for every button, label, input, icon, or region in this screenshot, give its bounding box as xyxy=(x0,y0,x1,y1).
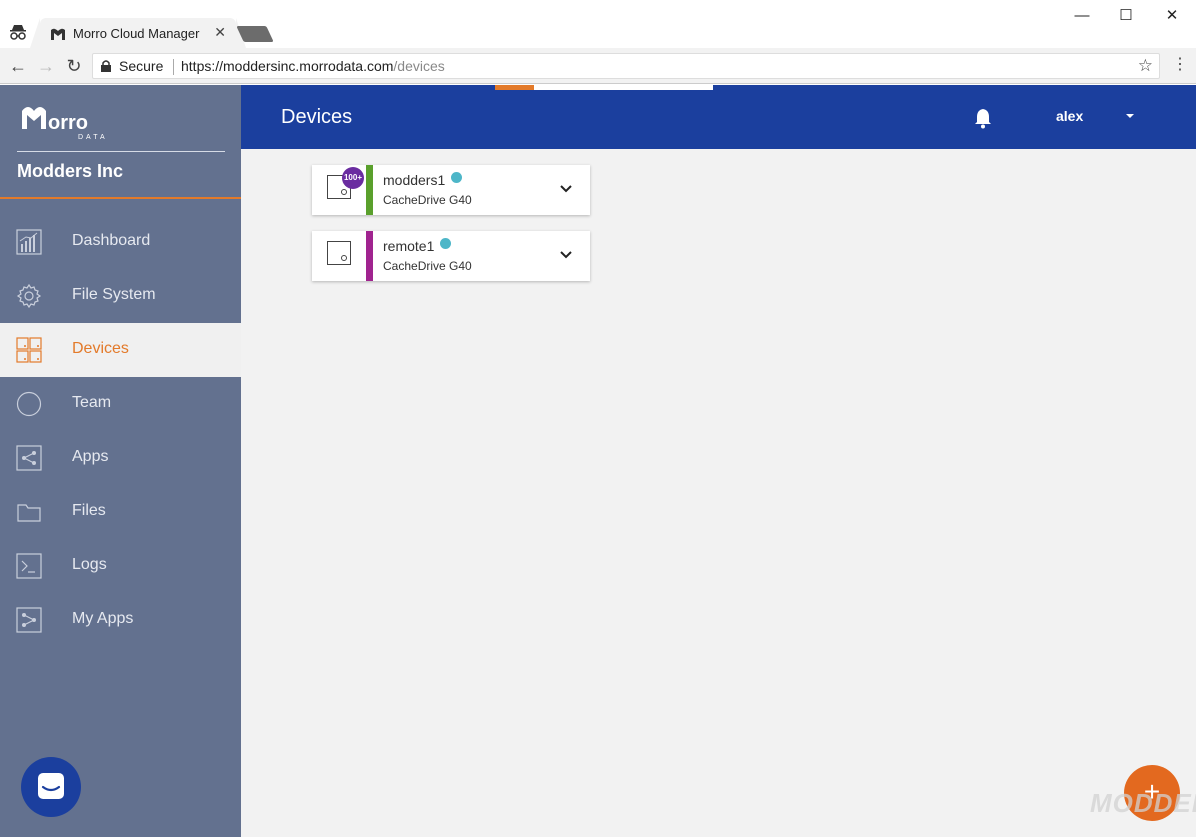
sidebar-item-label: Logs xyxy=(72,556,107,573)
logo-divider xyxy=(17,151,225,152)
sidebar: orro DATA Modders Inc Dashboard File Sys… xyxy=(0,85,241,837)
chat-button[interactable] xyxy=(21,757,81,817)
device-color-bar xyxy=(366,231,373,281)
page-title: Devices xyxy=(281,106,353,128)
minimize-button[interactable]: — xyxy=(1059,4,1105,28)
close-window-button[interactable]: ✕ xyxy=(1149,4,1195,28)
device-card-remote1[interactable]: remote1 CacheDrive G40 xyxy=(312,231,590,281)
device-color-bar xyxy=(366,165,373,215)
sidebar-item-devices[interactable]: Devices xyxy=(0,323,241,377)
chevron-down-icon[interactable] xyxy=(559,182,573,196)
terminal-icon xyxy=(16,553,42,579)
morro-logo: orro DATA xyxy=(22,107,108,141)
back-button[interactable]: ← xyxy=(8,56,28,76)
sidebar-item-files[interactable]: Files xyxy=(0,485,241,539)
svg-text:orro: orro xyxy=(48,112,88,134)
browser-titlebar: Morro Cloud Manager ✕ — ☐ ✕ xyxy=(0,0,1196,48)
maximize-button[interactable]: ☐ xyxy=(1103,4,1149,28)
sidebar-item-label: My Apps xyxy=(72,610,134,627)
org-name: Modders Inc xyxy=(17,161,124,181)
device-name: remote1 xyxy=(383,238,435,254)
sidebar-item-logs[interactable]: Logs xyxy=(0,539,241,593)
grid-icon xyxy=(16,337,42,363)
sidebar-item-label: Files xyxy=(72,502,106,519)
device-icon xyxy=(327,241,351,265)
share-icon xyxy=(16,445,42,471)
forward-button[interactable]: → xyxy=(36,56,56,76)
reload-button[interactable]: ↻ xyxy=(64,56,84,76)
sidebar-item-label: Team xyxy=(72,394,112,411)
app-header: Devices alex xyxy=(241,85,1196,149)
chevron-down-icon[interactable] xyxy=(559,248,573,262)
sidebar-item-my-apps[interactable]: My Apps xyxy=(0,593,241,647)
new-tab-button[interactable] xyxy=(236,26,274,42)
chevron-down-icon[interactable] xyxy=(1126,114,1134,118)
device-model: CacheDrive G40 xyxy=(383,259,472,273)
status-dot xyxy=(440,238,451,249)
url-host: https://moddersinc.morrodata.com xyxy=(181,58,394,74)
url-path: /devices xyxy=(393,58,445,74)
sidebar-item-team[interactable]: Team xyxy=(0,377,241,431)
morro-favicon-icon xyxy=(51,28,65,40)
bell-icon[interactable] xyxy=(973,107,993,129)
secure-label: Secure xyxy=(119,58,164,74)
browser-tab[interactable]: Morro Cloud Manager ✕ xyxy=(30,18,246,48)
status-dot xyxy=(451,172,462,183)
folder-icon xyxy=(17,504,41,522)
tab-title: Morro Cloud Manager xyxy=(73,26,200,41)
watermark-logo: MODDERS xyxy=(1090,788,1196,818)
svg-text:DATA: DATA xyxy=(78,134,108,141)
notification-badge: 100+ xyxy=(342,167,364,189)
address-bar[interactable]: Secure https://moddersinc.morrodata.com/… xyxy=(92,53,1160,79)
sidebar-item-apps[interactable]: Apps xyxy=(0,431,241,485)
device-name: modders1 xyxy=(383,172,446,188)
user-menu[interactable]: alex xyxy=(1056,108,1083,124)
address-separator xyxy=(173,59,174,75)
browser-menu-icon[interactable]: ⋮ xyxy=(1172,56,1188,76)
lock-icon xyxy=(101,60,111,72)
device-model: CacheDrive G40 xyxy=(383,193,472,207)
flow-icon xyxy=(16,607,42,633)
org-divider xyxy=(0,197,241,199)
loading-progress-fill xyxy=(495,85,535,90)
sidebar-item-file-system[interactable]: File System xyxy=(0,269,241,323)
sidebar-item-label: Dashboard xyxy=(72,232,151,249)
loading-progress-bar xyxy=(495,85,713,90)
sidebar-item-label: File System xyxy=(72,286,156,303)
browser-toolbar: ← → ↻ Secure https://moddersinc.morrodat… xyxy=(0,48,1196,84)
gear-icon xyxy=(16,283,42,309)
chat-icon xyxy=(38,773,64,799)
incognito-icon xyxy=(10,25,26,40)
device-card-modders1[interactable]: 100+ modders1 CacheDrive G40 xyxy=(312,165,590,215)
circle-icon xyxy=(16,391,42,417)
bar-chart-icon xyxy=(16,229,42,255)
sidebar-item-label: Devices xyxy=(72,340,129,357)
sidebar-item-dashboard[interactable]: Dashboard xyxy=(0,215,241,269)
url-text: https://moddersinc.morrodata.com/devices xyxy=(181,58,445,74)
sidebar-item-label: Apps xyxy=(72,448,109,465)
bookmark-star-icon[interactable]: ☆ xyxy=(1138,56,1153,76)
devices-content: 100+ modders1 CacheDrive G40 remote1 Cac… xyxy=(241,149,1196,837)
tab-close-icon[interactable]: ✕ xyxy=(214,24,226,41)
